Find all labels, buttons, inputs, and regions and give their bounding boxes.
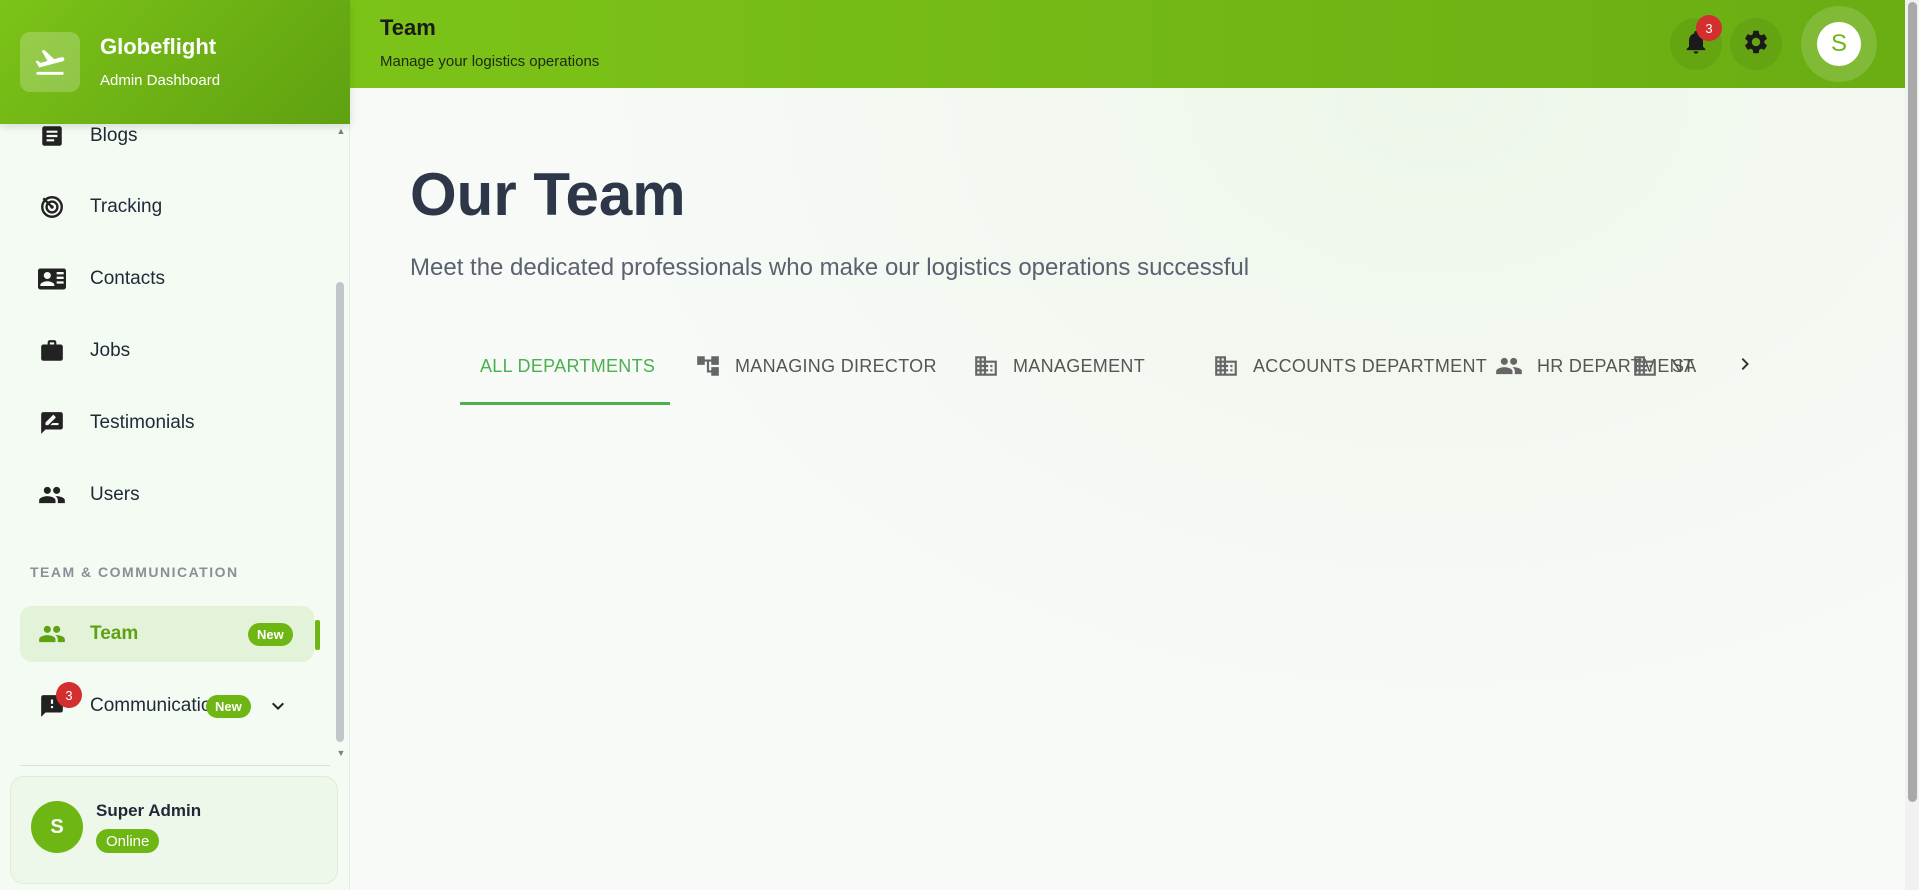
tab-label: ACCOUNTS DEPARTMENT [1253, 355, 1488, 376]
sidebar-item-label: Blogs [90, 125, 138, 146]
notification-count-badge: 3 [1696, 15, 1722, 41]
tab-label: MANAGING DIRECTOR [735, 355, 937, 376]
people-icon [38, 481, 66, 509]
account-button[interactable]: S [1801, 6, 1877, 82]
page-header-subtitle: Manage your logistics operations [380, 53, 600, 70]
notifications-button[interactable]: 3 [1670, 15, 1722, 70]
tab-label: MANAGEMENT [1013, 355, 1146, 376]
tab-management[interactable]: MANAGEMENT [973, 326, 1145, 406]
sidebar-item-team[interactable]: Team New [20, 606, 320, 662]
new-badge: New [206, 694, 251, 718]
new-badge: New [248, 622, 293, 646]
sidebar-item-contacts[interactable]: Contacts [20, 251, 314, 307]
tab-sales[interactable]: SA [1632, 326, 1732, 406]
sidebar-item-label: Users [90, 484, 140, 505]
active-tab-indicator [460, 402, 670, 405]
tab-label: SA [1672, 355, 1697, 376]
org-chart-icon [695, 353, 721, 379]
people-icon [1495, 352, 1523, 380]
sidebar-item-label: Tracking [90, 196, 163, 217]
user-profile-card[interactable]: S Super Admin Online [10, 776, 338, 884]
sidebar-nav: Blogs Tracking Contacts Jobs Testimonial… [0, 124, 335, 764]
briefcase-icon [38, 337, 66, 365]
avatar: S [1817, 22, 1861, 66]
top-app-bar: Team Manage your logistics operations 3 … [350, 0, 1905, 88]
people-icon [38, 620, 66, 648]
divider [20, 765, 330, 766]
article-icon [38, 124, 66, 150]
section-title-team-communication: TEAM & COMMUNICATION [30, 564, 239, 580]
chevron-right-icon [1733, 352, 1757, 381]
scroll-up-arrow-icon[interactable]: ▲ [336, 126, 346, 136]
contact-card-icon [38, 265, 66, 293]
airplane-logo-icon [20, 32, 80, 92]
building-icon [1213, 353, 1239, 379]
sidebar-item-label: Jobs [90, 340, 131, 361]
settings-button[interactable] [1730, 18, 1782, 70]
sidebar-item-tracking[interactable]: Tracking [20, 179, 314, 235]
sidebar-scrollbar-thumb[interactable] [336, 282, 344, 742]
sidebar-item-testimonials[interactable]: Testimonials [20, 395, 314, 451]
page-header-title: Team [380, 15, 436, 40]
page-title: Our Team [410, 161, 686, 228]
gear-icon [1742, 28, 1770, 61]
brand-header: Globeflight Admin Dashboard [0, 0, 350, 124]
sidebar-item-label: Team [90, 623, 139, 644]
tabs-scroll-right-button[interactable] [1730, 326, 1760, 406]
building-icon [1632, 353, 1658, 379]
communications-count-badge: 3 [56, 682, 82, 708]
tab-label: ALL DEPARTMENTS [480, 355, 656, 376]
sidebar: Globeflight Admin Dashboard Blogs Tracki… [0, 0, 350, 890]
brand-subtitle: Admin Dashboard [100, 72, 221, 89]
scroll-down-arrow-icon[interactable]: ▼ [336, 748, 346, 758]
window-scrollbar[interactable] [1905, 0, 1919, 890]
window-scrollbar-thumb[interactable] [1908, 2, 1917, 802]
sidebar-item-label: Communications [90, 695, 215, 716]
tab-all-departments[interactable]: ALL DEPARTMENTS [480, 326, 655, 406]
sidebar-item-communications[interactable]: 3 Communications New [20, 678, 314, 734]
department-tabs: ALL DEPARTMENTS MANAGING DIRECTOR MANAGE… [460, 326, 1830, 406]
avatar: S [31, 801, 83, 853]
chevron-down-icon[interactable] [266, 694, 290, 723]
sidebar-item-label: Contacts [90, 268, 165, 289]
page-subtitle: Meet the dedicated professionals who mak… [410, 254, 1250, 281]
tab-accounts-department[interactable]: ACCOUNTS DEPARTMENT [1213, 326, 1487, 406]
main-content: Our Team Meet the dedicated professional… [350, 88, 1905, 890]
tracking-icon [38, 193, 66, 221]
tab-managing-director[interactable]: MANAGING DIRECTOR [695, 326, 937, 406]
sidebar-item-users[interactable]: Users [20, 467, 314, 523]
sidebar-item-blogs[interactable]: Blogs [20, 124, 314, 164]
user-name: Super Admin [96, 801, 202, 820]
sidebar-item-jobs[interactable]: Jobs [20, 323, 314, 379]
sidebar-item-label: Testimonials [90, 412, 195, 433]
building-icon [973, 353, 999, 379]
brand-title: Globeflight [100, 34, 217, 59]
sidebar-scrollbar[interactable]: ▲ ▼ [336, 124, 348, 764]
status-badge: Online [96, 829, 160, 853]
rate-review-icon [38, 409, 66, 437]
